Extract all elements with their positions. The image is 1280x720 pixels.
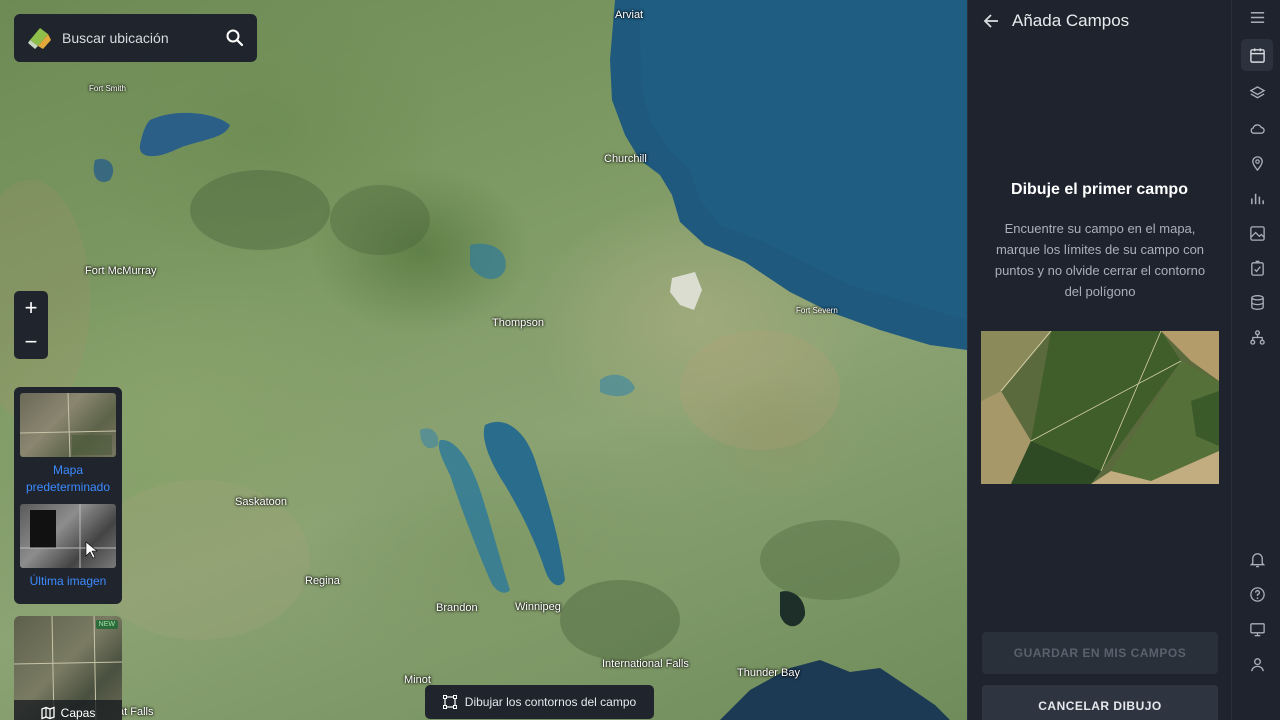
back-arrow-icon[interactable] <box>982 12 1000 30</box>
satellite-map[interactable]: Arviat Fort Smith Churchill Fort McMurra… <box>0 0 967 720</box>
monitor-icon[interactable] <box>1241 613 1273 645</box>
panel-title: Añada Campos <box>1012 11 1130 30</box>
city-label: Churchill <box>604 153 647 165</box>
field-pattern <box>20 393 116 457</box>
map-icon <box>41 706 55 720</box>
help-icon[interactable] <box>1241 578 1273 610</box>
panel-description: Encuentre su campo en el mapa, marque lo… <box>994 221 1206 299</box>
city-label: Winnipeg <box>515 601 561 613</box>
cancel-drawing-button[interactable]: CANCELAR DIBUJO <box>982 685 1218 720</box>
city-label: Regina <box>305 575 340 587</box>
search-bar[interactable]: Buscar ubicación <box>14 14 257 62</box>
panel-heading: Dibuje el primer campo <box>1011 181 1188 198</box>
cloud-icon[interactable] <box>1241 112 1273 144</box>
city-label: Minot <box>404 674 431 686</box>
city-label: Saskatoon <box>235 496 287 508</box>
default-map-thumbnail[interactable] <box>20 393 116 457</box>
city-label: Fort Severn <box>796 306 838 315</box>
zoom-in-button[interactable]: + <box>14 291 48 325</box>
icon-rail <box>1231 0 1280 720</box>
city-label: Fort McMurray <box>85 265 157 277</box>
city-label: Arviat <box>615 9 644 21</box>
layers-bar[interactable]: Capas <box>14 700 122 720</box>
polygon-draw-icon <box>442 695 457 709</box>
hierarchy-icon[interactable] <box>1241 321 1273 353</box>
city-label: International Falls <box>602 658 689 670</box>
task-icon[interactable] <box>1241 252 1273 284</box>
city-label: Fort Smith <box>89 84 126 93</box>
bell-icon[interactable] <box>1241 543 1273 575</box>
search-input[interactable]: Buscar ubicación <box>62 30 225 46</box>
zoom-control: + − <box>14 291 48 359</box>
save-to-fields-button[interactable]: GUARDAR EN MIS CAMPOS <box>982 632 1218 674</box>
image-icon[interactable] <box>1241 217 1273 249</box>
cursor-icon <box>85 541 98 559</box>
new-badge: NEW <box>95 620 118 629</box>
layers-icon[interactable] <box>1241 77 1273 109</box>
city-label: Brandon <box>436 602 478 614</box>
add-fields-panel: Añada Campos Dibuje el primer campo Encu… <box>967 0 1231 720</box>
field-pattern <box>20 504 116 568</box>
default-map-label[interactable]: Mapa predeterminado <box>20 462 116 496</box>
zoom-out-button[interactable]: − <box>14 325 48 359</box>
city-label: Thunder Bay <box>737 667 800 679</box>
terrain-layer <box>0 0 967 720</box>
basemap-switcher: Mapa predeterminado Última imagen <box>14 387 122 604</box>
menu-icon[interactable] <box>1241 1 1273 33</box>
layers-label: Capas <box>60 706 96 720</box>
latest-image-thumbnail[interactable] <box>20 504 116 568</box>
search-icon[interactable] <box>225 28 245 48</box>
layers-button[interactable]: NEW Capas <box>14 616 122 720</box>
location-pin-icon[interactable] <box>1241 147 1273 179</box>
latest-image-label[interactable]: Última imagen <box>20 573 116 590</box>
calendar-icon[interactable] <box>1241 39 1273 71</box>
database-icon[interactable] <box>1241 286 1273 318</box>
app-logo-icon <box>28 28 51 49</box>
field-illustration <box>981 331 1219 484</box>
draw-outline-button[interactable]: Dibujar los contornos del campo <box>425 685 654 719</box>
city-label: at Falls <box>118 706 154 718</box>
city-label: Thompson <box>492 317 544 329</box>
panel-header: Añada Campos <box>968 0 1231 42</box>
user-icon[interactable] <box>1241 648 1273 680</box>
bar-chart-icon[interactable] <box>1241 182 1273 214</box>
field-example-image <box>981 331 1219 484</box>
draw-outline-label: Dibujar los contornos del campo <box>464 695 637 709</box>
